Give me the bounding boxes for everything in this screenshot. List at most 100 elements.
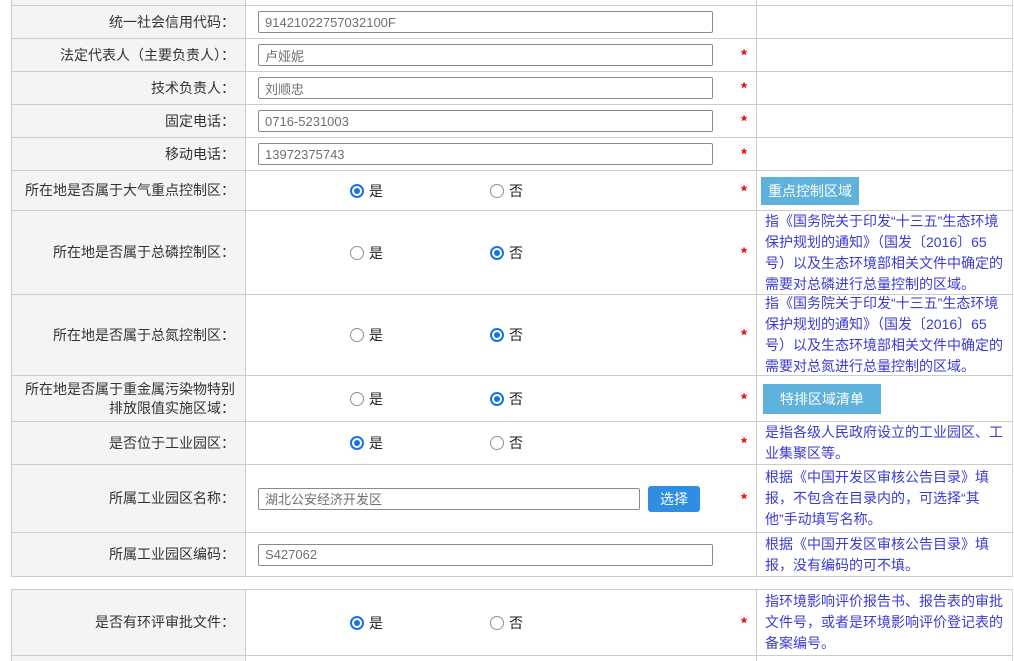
- radio-option-yes[interactable]: 是: [350, 433, 490, 453]
- radio-icon: [490, 328, 504, 342]
- radio-option-no[interactable]: 否: [490, 613, 630, 633]
- help-text: 是指各级人民政府设立的工业园区、工业集聚区等。: [757, 422, 1012, 464]
- required-asterisk: *: [741, 435, 747, 452]
- radio-icon: [350, 616, 364, 630]
- radio-option-yes[interactable]: 是: [350, 613, 490, 633]
- radio-icon: [350, 392, 364, 406]
- registration-form: 统一社会信用代码： 法定代表人（主要负责人）： * 技术负责人： *: [11, 0, 1013, 661]
- radio-option-yes[interactable]: 是: [350, 389, 490, 409]
- radio-group-air-key-control: 是 否: [350, 181, 630, 201]
- section-divider: [11, 577, 1013, 589]
- required-asterisk: *: [741, 490, 747, 507]
- radio-group-heavy-metal: 是 否: [350, 389, 630, 409]
- radio-option-yes[interactable]: 是: [350, 181, 490, 201]
- radio-group-industrial-park: 是 否: [350, 433, 630, 453]
- radio-label: 是: [369, 613, 383, 633]
- mobile-phone-input[interactable]: [258, 143, 713, 165]
- radio-icon: [490, 392, 504, 406]
- required-asterisk: *: [741, 327, 747, 344]
- key-control-zone-button[interactable]: 重点控制区域: [761, 177, 859, 205]
- clipped-row-bottom: [12, 656, 1012, 661]
- form-row-technical-director: 技术负责人： *: [12, 72, 1012, 105]
- radio-option-no[interactable]: 否: [490, 389, 630, 409]
- field-label: 所属工业园区编码：: [12, 533, 246, 576]
- radio-label: 否: [509, 613, 523, 633]
- radio-icon: [350, 246, 364, 260]
- field-label: 是否位于工业园区：: [12, 422, 246, 464]
- help-text: 指《国务院关于印发“十三五”生态环境保护规划的通知》（国发〔2016〕65号）以…: [757, 211, 1012, 294]
- legal-representative-input[interactable]: [258, 44, 713, 66]
- radio-icon: [490, 184, 504, 198]
- field-label: 所在地是否属于总氮控制区：: [12, 295, 246, 375]
- radio-label: 否: [509, 243, 523, 263]
- form-row-nitrogen-control-zone: 所在地是否属于总氮控制区： 是 否 * 指《国务院关于印发“十三五”生态环境保护…: [12, 295, 1012, 376]
- field-label: 移动电话：: [12, 138, 246, 170]
- field-label: 所属工业园区名称：: [12, 465, 246, 532]
- radio-label: 否: [509, 181, 523, 201]
- radio-label: 是: [369, 433, 383, 453]
- form-row-park-name: 所属工业园区名称： 选择 * 根据《中国开发区审核公告目录》填报，不包含在目录内…: [12, 465, 1012, 533]
- radio-option-yes[interactable]: 是: [350, 325, 490, 345]
- required-asterisk: *: [741, 113, 747, 130]
- radio-label: 是: [369, 243, 383, 263]
- radio-label: 否: [509, 433, 523, 453]
- field-label: 技术负责人：: [12, 72, 246, 104]
- radio-option-no[interactable]: 否: [490, 243, 630, 263]
- help-text: 根据《中国开发区审核公告目录》填报，不包含在目录内的，可选择“其他”手动填写名称…: [757, 465, 1012, 532]
- technical-director-input[interactable]: [258, 77, 713, 99]
- field-label: 所在地是否属于重金属污染物特别排放限值实施区域：: [12, 376, 246, 421]
- radio-icon: [490, 246, 504, 260]
- field-label: 固定电话：: [12, 105, 246, 137]
- field-label: 是否有环评审批文件：: [12, 590, 246, 655]
- form-section-eia: 是否有环评审批文件： 是 否 * 指环境影响评价报告书、报告表的审批文件号，或者…: [11, 589, 1013, 661]
- help-text: 指环境影响评价报告书、报告表的审批文件号，或者是环境影响评价登记表的备案编号。: [757, 590, 1012, 655]
- required-asterisk: *: [741, 80, 747, 97]
- field-label: 所在地是否属于总磷控制区：: [12, 211, 246, 294]
- landline-phone-input[interactable]: [258, 110, 713, 132]
- radio-option-no[interactable]: 否: [490, 433, 630, 453]
- radio-group-nitrogen-control: 是 否: [350, 325, 630, 345]
- radio-option-yes[interactable]: 是: [350, 243, 490, 263]
- radio-label: 是: [369, 325, 383, 345]
- field-label: 所在地是否属于大气重点控制区：: [12, 171, 246, 210]
- radio-icon: [350, 328, 364, 342]
- form-row-landline-phone: 固定电话： *: [12, 105, 1012, 138]
- form-row-credit-code: 统一社会信用代码：: [12, 6, 1012, 39]
- form-row-phosphorus-control-zone: 所在地是否属于总磷控制区： 是 否 * 指《国务院关于印发“十三五”生态环境保护…: [12, 211, 1012, 295]
- required-asterisk: *: [741, 182, 747, 199]
- radio-icon: [350, 184, 364, 198]
- radio-icon: [350, 436, 364, 450]
- form-row-mobile-phone: 移动电话： *: [12, 138, 1012, 171]
- radio-label: 否: [509, 389, 523, 409]
- radio-icon: [490, 616, 504, 630]
- form-section-basic-info: 统一社会信用代码： 法定代表人（主要负责人）： * 技术负责人： *: [11, 0, 1013, 577]
- form-row-legal-representative: 法定代表人（主要负责人）： *: [12, 39, 1012, 72]
- help-text: 指《国务院关于印发“十三五”生态环境保护规划的通知》（国发〔2016〕65号）以…: [757, 295, 1012, 375]
- field-label: 统一社会信用代码：: [12, 6, 246, 38]
- help-text: 根据《中国开发区审核公告目录》填报，没有编码的可不填。: [757, 533, 1012, 576]
- radio-label: 是: [369, 181, 383, 201]
- select-button[interactable]: 选择: [648, 486, 700, 512]
- form-row-air-key-control-zone: 所在地是否属于大气重点控制区： 是 否 * 重点控制区域: [12, 171, 1012, 211]
- special-emission-list-button[interactable]: 特排区域清单: [763, 384, 881, 414]
- required-asterisk: *: [741, 390, 747, 407]
- radio-label: 否: [509, 325, 523, 345]
- credit-code-input[interactable]: [258, 11, 713, 33]
- radio-option-no[interactable]: 否: [490, 325, 630, 345]
- required-asterisk: *: [741, 614, 747, 631]
- form-row-heavy-metal-zone: 所在地是否属于重金属污染物特别排放限值实施区域： 是 否 * 特排区域清单: [12, 376, 1012, 422]
- park-name-input[interactable]: [258, 488, 640, 510]
- required-asterisk: *: [741, 244, 747, 261]
- radio-label: 是: [369, 389, 383, 409]
- radio-group-phosphorus-control: 是 否: [350, 243, 630, 263]
- radio-group-eia-approval: 是 否: [350, 613, 630, 633]
- radio-option-no[interactable]: 否: [490, 181, 630, 201]
- radio-icon: [490, 436, 504, 450]
- required-asterisk: *: [741, 47, 747, 64]
- park-code-input[interactable]: [258, 544, 713, 566]
- required-asterisk: *: [741, 146, 747, 163]
- form-row-eia-approval: 是否有环评审批文件： 是 否 * 指环境影响评价报告书、报告表的审批文件号，或者…: [12, 590, 1012, 656]
- form-row-in-industrial-park: 是否位于工业园区： 是 否 * 是指各级人民政府设立的工业园区、工业集聚区等。: [12, 422, 1012, 465]
- field-label: 法定代表人（主要负责人）：: [12, 39, 246, 71]
- form-row-park-code: 所属工业园区编码： 根据《中国开发区审核公告目录》填报，没有编码的可不填。: [12, 533, 1012, 577]
